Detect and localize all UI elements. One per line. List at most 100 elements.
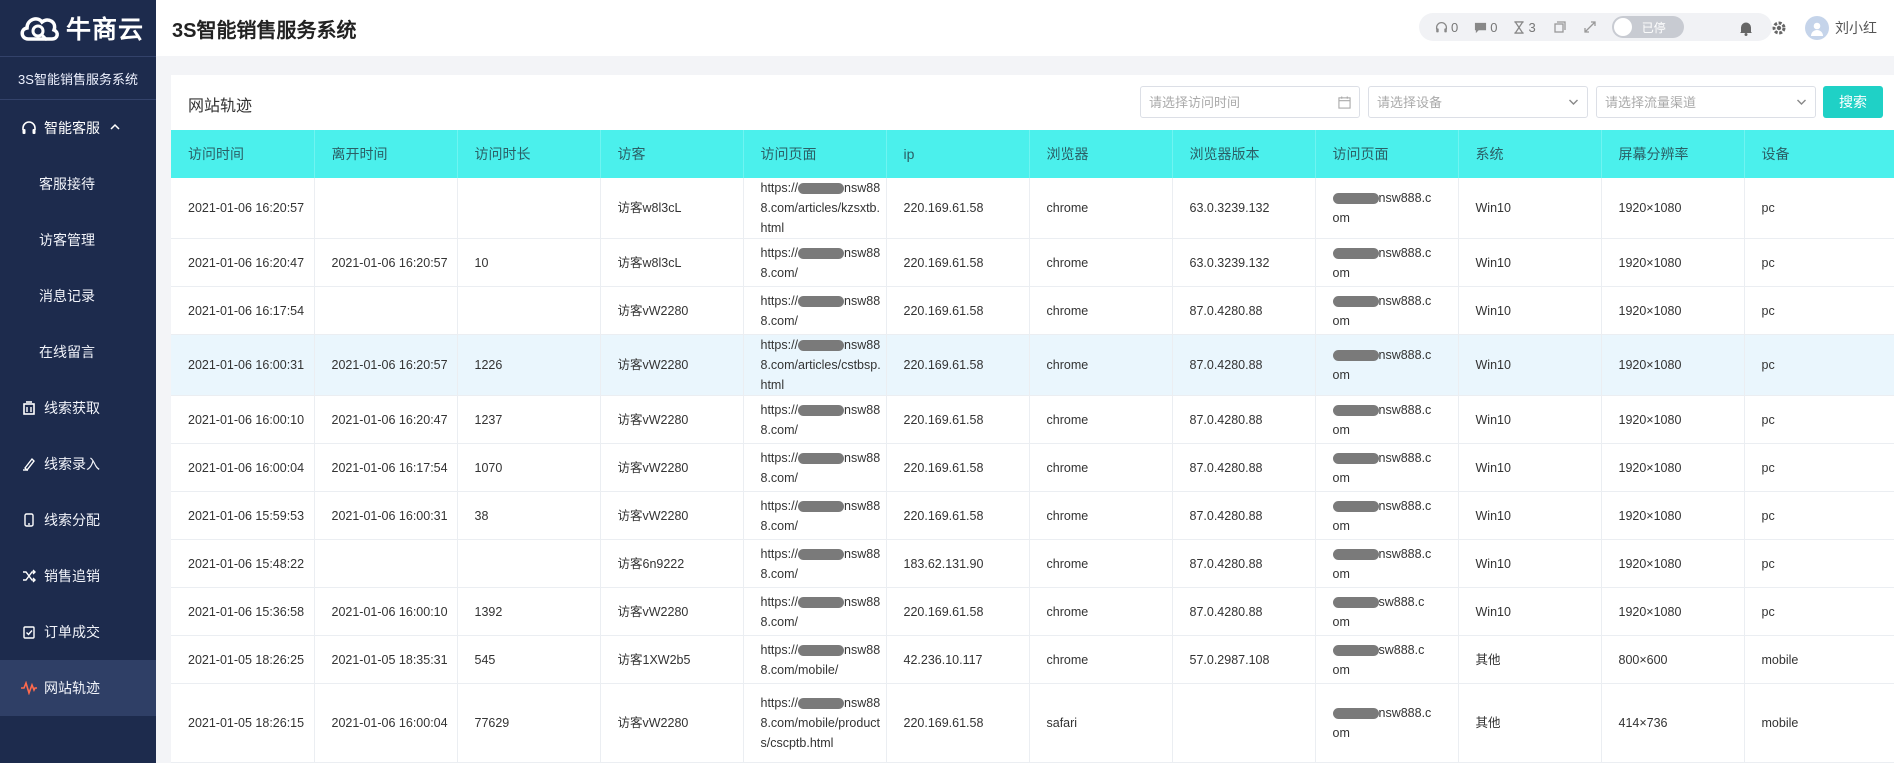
- device-select[interactable]: [1368, 86, 1588, 118]
- toggle-knob: [1613, 18, 1632, 36]
- browser-version-cell: 87.0.4280.88: [1172, 587, 1316, 636]
- visitor-cell: 访客w8l3cL: [600, 238, 744, 287]
- headset-count[interactable]: 0: [1435, 20, 1458, 35]
- device-cell: pc: [1744, 178, 1894, 239]
- url-prefix: https://: [760, 338, 799, 352]
- leave-time-cell: 2021-01-06 16:00:10: [314, 587, 458, 636]
- column-header: 浏览器: [1029, 130, 1173, 178]
- sidebar-item-online-messages[interactable]: 在线留言: [0, 324, 156, 380]
- page-url-cell[interactable]: https://nsw888.com/: [743, 587, 887, 636]
- column-header: 设备: [1744, 130, 1894, 178]
- page-url-cell[interactable]: https://nsw888.com/: [743, 286, 887, 335]
- sidebar-item-lead-acquire[interactable]: 线索获取: [0, 380, 156, 436]
- column-header: ip: [886, 130, 1030, 178]
- channel-select[interactable]: [1596, 86, 1816, 118]
- visit-time-cell: 2021-01-06 15:36:58: [171, 587, 315, 636]
- calendar-icon: [1338, 95, 1351, 109]
- device-cell: pc: [1744, 334, 1894, 396]
- fullscreen-icon[interactable]: [1584, 21, 1596, 33]
- toggle-label: 已停: [1641, 20, 1666, 35]
- table-row[interactable]: 2021-01-06 15:36:58 2021-01-06 16:00:10 13…: [171, 587, 1894, 636]
- visit-time-filter[interactable]: [1140, 86, 1360, 118]
- visit-time-input[interactable]: [1149, 94, 1319, 110]
- sidebar-item-lead-entry[interactable]: 线索录入: [0, 436, 156, 492]
- column-header: 系统: [1458, 130, 1602, 178]
- page-url-cell[interactable]: https://nsw888.com/: [743, 539, 887, 588]
- device-cell: pc: [1744, 238, 1894, 287]
- page-url-cell[interactable]: https://nsw888.com/: [743, 443, 887, 492]
- ip-cell: 220.169.61.58: [886, 178, 1030, 239]
- redacted-mask: [1332, 644, 1379, 656]
- redacted-mask: [1332, 247, 1379, 259]
- search-button[interactable]: 搜索: [1823, 86, 1883, 118]
- copy-icon[interactable]: [1554, 21, 1566, 33]
- sidebar-item-orders[interactable]: 订单成交: [0, 604, 156, 660]
- system-name: 3S智能销售服务系统: [0, 56, 156, 100]
- domain-cell: nsw888.c om: [1315, 238, 1459, 287]
- channel-input[interactable]: [1605, 94, 1775, 110]
- page-url-cell[interactable]: https://nsw888.com/: [743, 238, 887, 287]
- logo-text: 牛商云: [66, 16, 145, 44]
- redacted-mask: [1332, 500, 1379, 512]
- table-row[interactable]: 2021-01-06 16:20:57 访客w8l3cL https:// nsw88…: [171, 178, 1894, 239]
- page-url-cell[interactable]: https://nsw888.com/: [743, 395, 887, 444]
- user-name[interactable]: 刘小红: [1835, 18, 1877, 38]
- table-row[interactable]: 2021-01-06 16:20:47 2021-01-06 16:20:57 10…: [171, 238, 1894, 287]
- table-row[interactable]: 2021-01-05 18:26:25 2021-01-05 18:35:31 54…: [171, 635, 1894, 684]
- page-url-cell[interactable]: https://nsw888.com/articles/kzsxtb.html: [743, 178, 887, 239]
- tracking-table: 访问时间 离开时间 访问时长 访客 访问页面 ip 浏览器 浏览器版本 访问页面 系统 屏幕分辨率设…: [171, 130, 1894, 763]
- sidebar-item-website-tracking[interactable]: 网站轨迹: [0, 660, 156, 716]
- sidebar-item-label: 订单成交: [44, 624, 100, 640]
- leave-time-cell: [314, 539, 458, 588]
- column-header: 访问页面: [743, 130, 887, 178]
- domain-cell: nsw888.c om: [1315, 491, 1459, 540]
- browser-cell: chrome: [1029, 443, 1173, 492]
- status-toggle[interactable]: 已停: [1611, 16, 1684, 38]
- visitor-cell: 访客vW2280: [600, 587, 744, 636]
- domain-part: nsw888.c: [1378, 348, 1432, 362]
- duration-cell: [457, 178, 601, 239]
- hourglass-count[interactable]: 3: [1513, 20, 1536, 35]
- table-row[interactable]: 2021-01-06 15:59:53 2021-01-06 16:00:31 38…: [171, 491, 1894, 540]
- sidebar-group-smart-service[interactable]: 智能客服: [0, 100, 156, 156]
- url-prefix: https://: [760, 642, 799, 657]
- table-row[interactable]: 2021-01-06 16:00:04 2021-01-06 16:17:54 10…: [171, 443, 1894, 492]
- os-cell: Win10: [1458, 443, 1602, 492]
- visitor-cell: 访客vW2280: [600, 334, 744, 396]
- leave-time-cell: 2021-01-05 18:35:31: [314, 635, 458, 684]
- redacted-mask: [1332, 193, 1379, 205]
- sidebar-item-message-records[interactable]: 消息记录: [0, 268, 156, 324]
- visit-time-cell: 2021-01-06 15:48:22: [171, 539, 315, 588]
- duration-cell: [457, 539, 601, 588]
- status-bar: 0 0 3 已停: [1419, 13, 1772, 41]
- leave-time-cell: [314, 286, 458, 335]
- avatar[interactable]: [1805, 16, 1829, 40]
- table-row[interactable]: 2021-01-06 15:48:22 访客6n9222 https:// nsw88…: [171, 539, 1894, 588]
- sidebar-item-reception[interactable]: 客服接待: [0, 156, 156, 212]
- sidebar-item-lead-assign[interactable]: 线索分配: [0, 492, 156, 548]
- device-input[interactable]: [1377, 94, 1547, 110]
- page-url-cell[interactable]: https://nsw888.com/: [743, 491, 887, 540]
- table-row[interactable]: 2021-01-05 18:26:15 2021-01-06 16:00:04 77…: [171, 683, 1894, 763]
- column-header: 访问页面: [1315, 130, 1459, 178]
- table-row[interactable]: 2021-01-06 16:17:54 访客vW2280 https:// nsw88…: [171, 286, 1894, 335]
- page-url-cell[interactable]: https://nsw888.com/mobile/: [743, 635, 887, 684]
- domain-part: nsw888.c: [1378, 245, 1432, 260]
- page-url-cell[interactable]: https://nsw888.com/mobile/products/cscpt…: [743, 683, 887, 763]
- visitor-cell: 访客w8l3cL: [600, 178, 744, 239]
- redacted-mask: [1332, 404, 1379, 416]
- panel-header: 网站轨迹 搜索: [171, 75, 1894, 130]
- visitor-cell: 访客vW2280: [600, 491, 744, 540]
- message-count[interactable]: 0: [1474, 20, 1497, 35]
- visit-time-cell: 2021-01-06 16:00:04: [171, 443, 315, 492]
- gear-icon[interactable]: [1771, 20, 1787, 36]
- page-url-cell[interactable]: https://nsw888.com/articles/cstbsp.html: [743, 334, 887, 396]
- sidebar-item-visitor-management[interactable]: 访客管理: [0, 212, 156, 268]
- visit-time-cell: 2021-01-06 16:00:31: [171, 334, 315, 396]
- bell-icon[interactable]: [1739, 21, 1753, 36]
- sidebar-item-sales-followup[interactable]: 销售追销: [0, 548, 156, 604]
- visitor-cell: 访客vW2280: [600, 683, 744, 763]
- panel-title: 网站轨迹: [188, 98, 253, 115]
- table-row[interactable]: 2021-01-06 16:00:10 2021-01-06 16:20:47 12…: [171, 395, 1894, 444]
- table-row[interactable]: 2021-01-06 16:00:31 2021-01-06 16:20:57 12…: [171, 334, 1894, 396]
